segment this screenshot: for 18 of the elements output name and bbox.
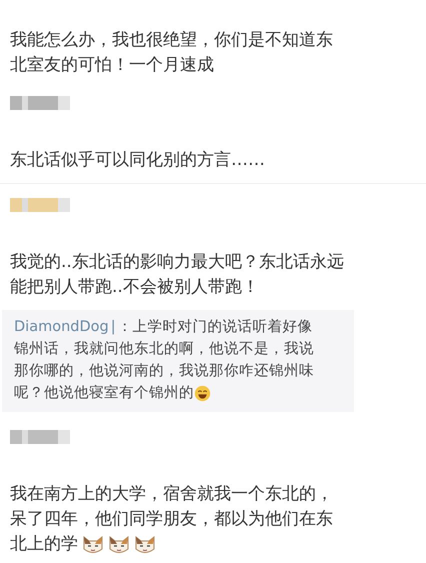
comment-text-line: 能把别人带跑..不会被别人带跑！: [10, 276, 259, 299]
reply-text-line: 那你哪的，他说河南的，我说那你咋还锦州味: [14, 362, 314, 381]
reply-author: DiamondDog: [14, 318, 109, 337]
comment-text-line: 我在南方上的大学，宿舍就我一个东北的，: [10, 483, 333, 506]
comment-text-line: 呆了四年，他们同学朋友，都以为他们在东: [10, 508, 333, 531]
cat-face-icon: [108, 534, 130, 554]
reply-text-line: 锦州话，我就问他东北的啊，他说不是，我说: [14, 340, 314, 359]
comment-text-line: 北上的学: [10, 533, 78, 556]
comment-text-line: 东北话似乎可以同化别的方言……: [10, 149, 265, 172]
separator-mark: |: [110, 318, 116, 337]
comment-text-line: 我能怎么办，我也很绝望，你们是不知道东: [10, 29, 333, 52]
comment-text-line: 我觉的..东北话的影响力最大吧？东北话永远: [10, 251, 344, 274]
laughing-emoji-icon: [194, 384, 211, 402]
cat-face-icon: [134, 534, 156, 554]
cat-face-icon: [82, 534, 104, 554]
reply-text-line: ：上学时对门的说话听着好像: [118, 318, 313, 337]
reply-text-line: 呢？他说他寝室有个锦州的: [14, 384, 194, 403]
comment-text-line: 北室友的可怕！一个月速成: [10, 54, 214, 77]
